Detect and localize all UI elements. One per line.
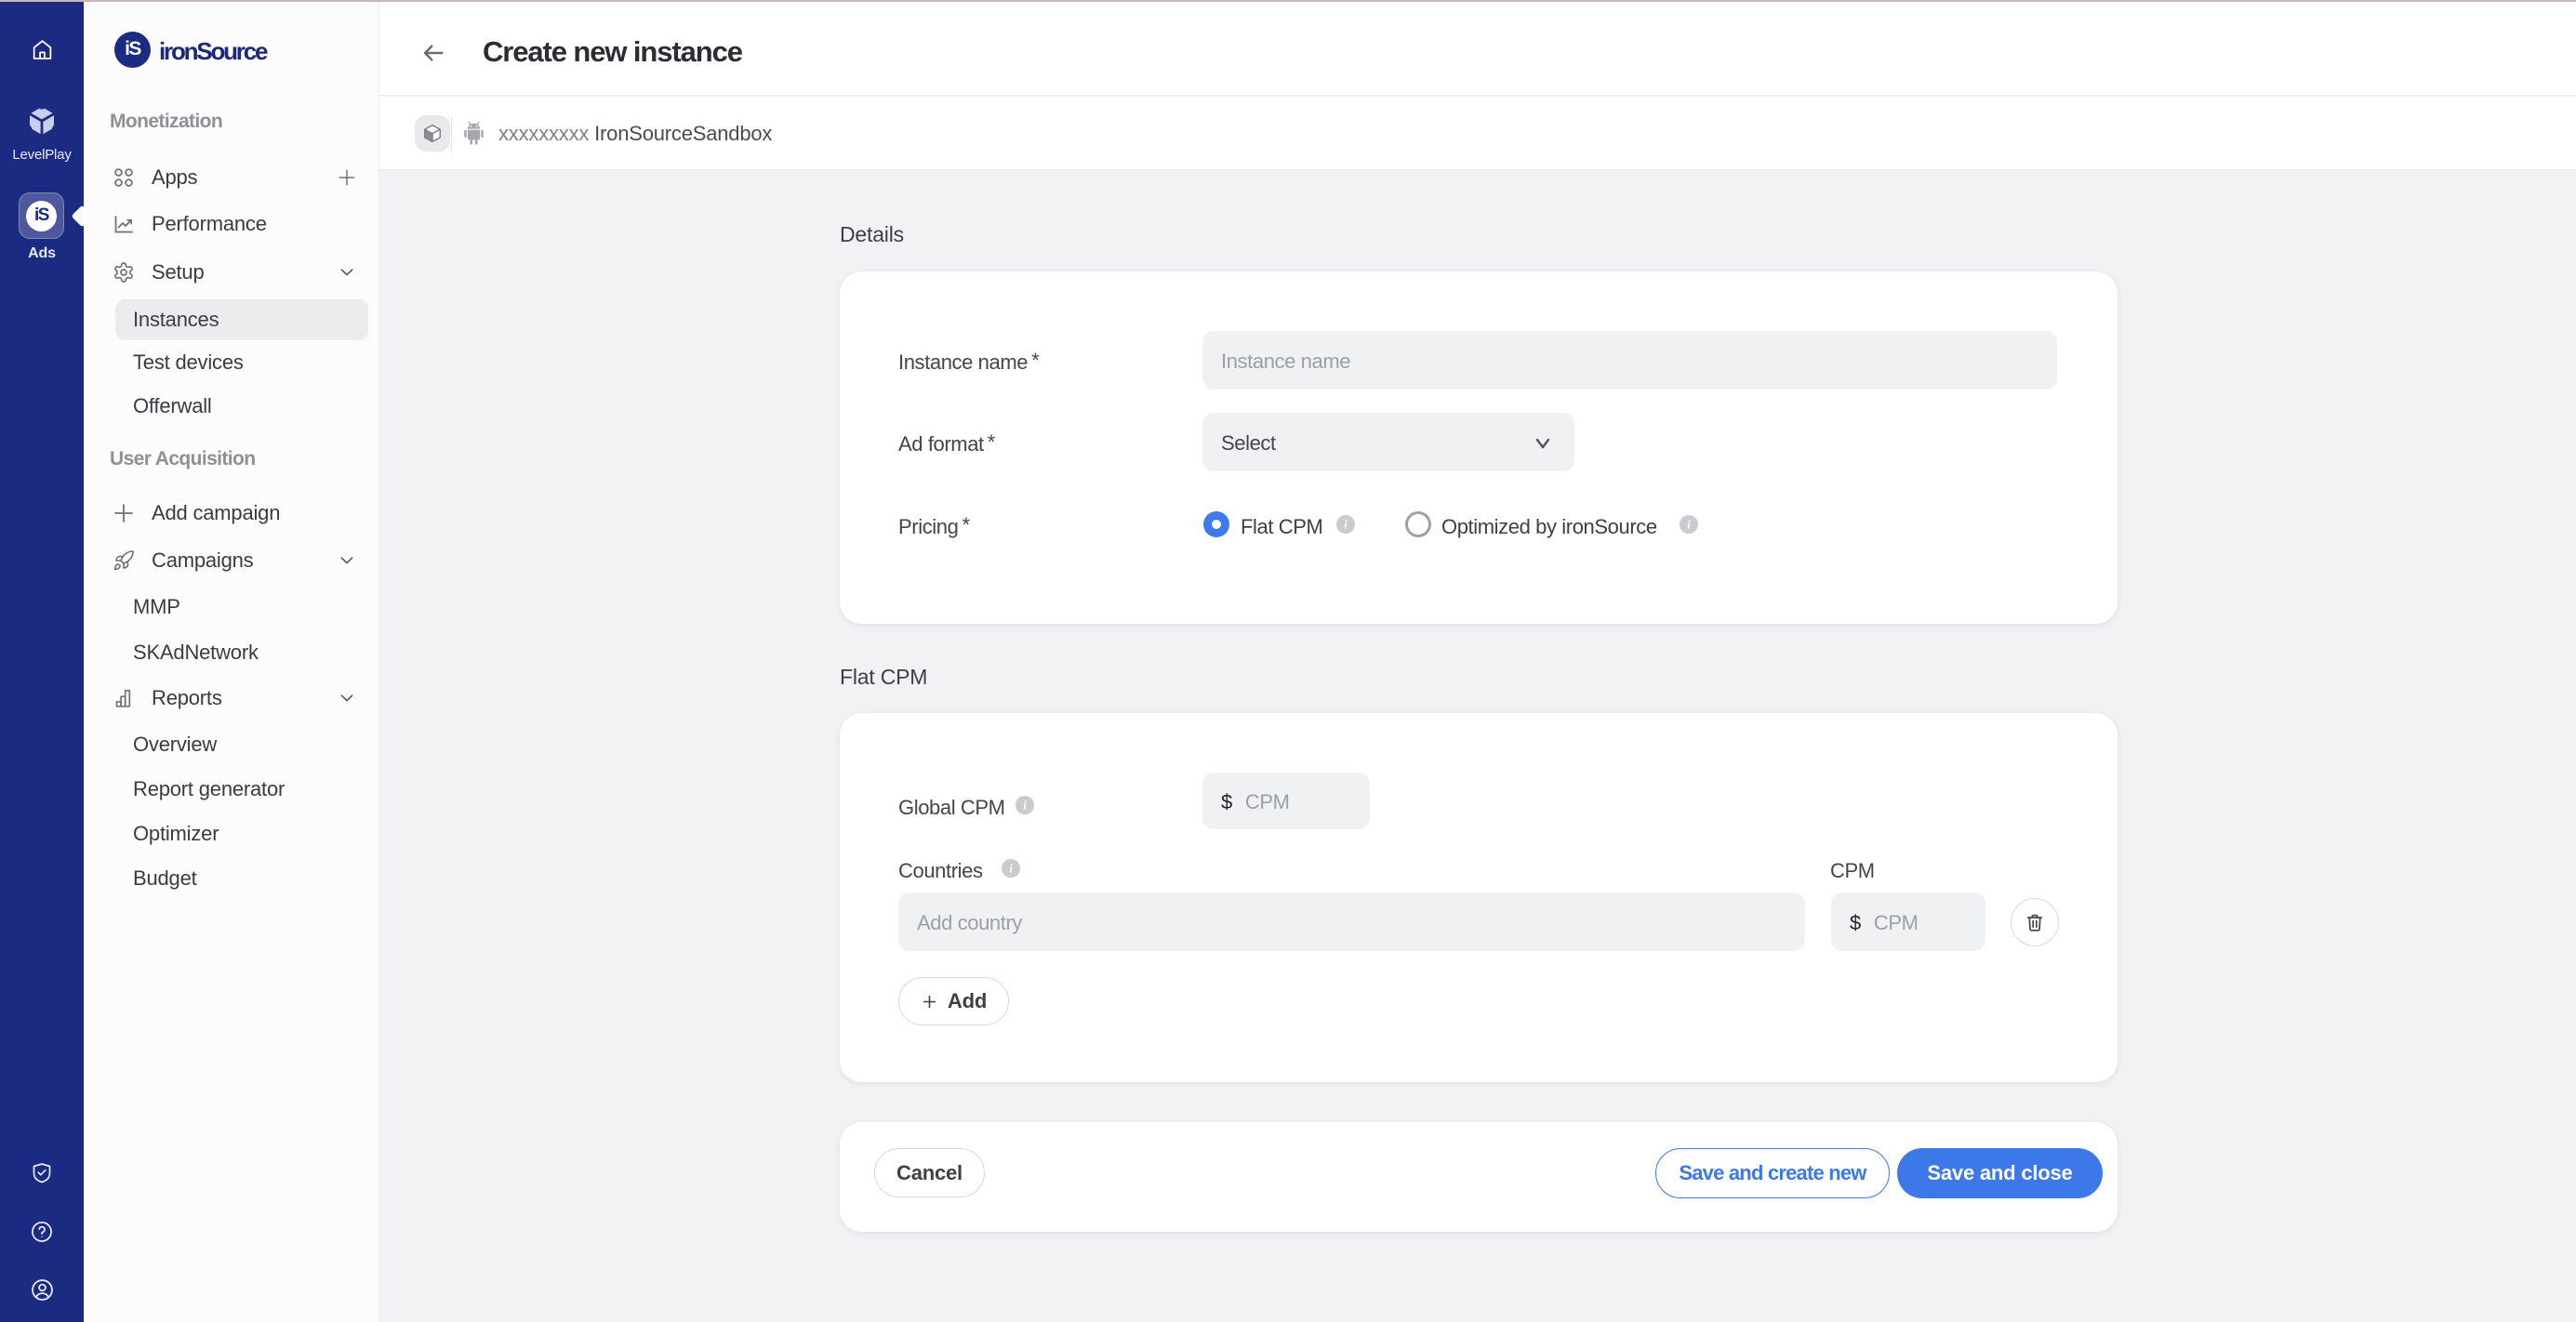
svg-text:i: i (1344, 518, 1348, 532)
svg-text:i: i (1009, 862, 1013, 876)
svg-text:i: i (1023, 799, 1027, 813)
svg-text:i: i (1687, 518, 1691, 532)
